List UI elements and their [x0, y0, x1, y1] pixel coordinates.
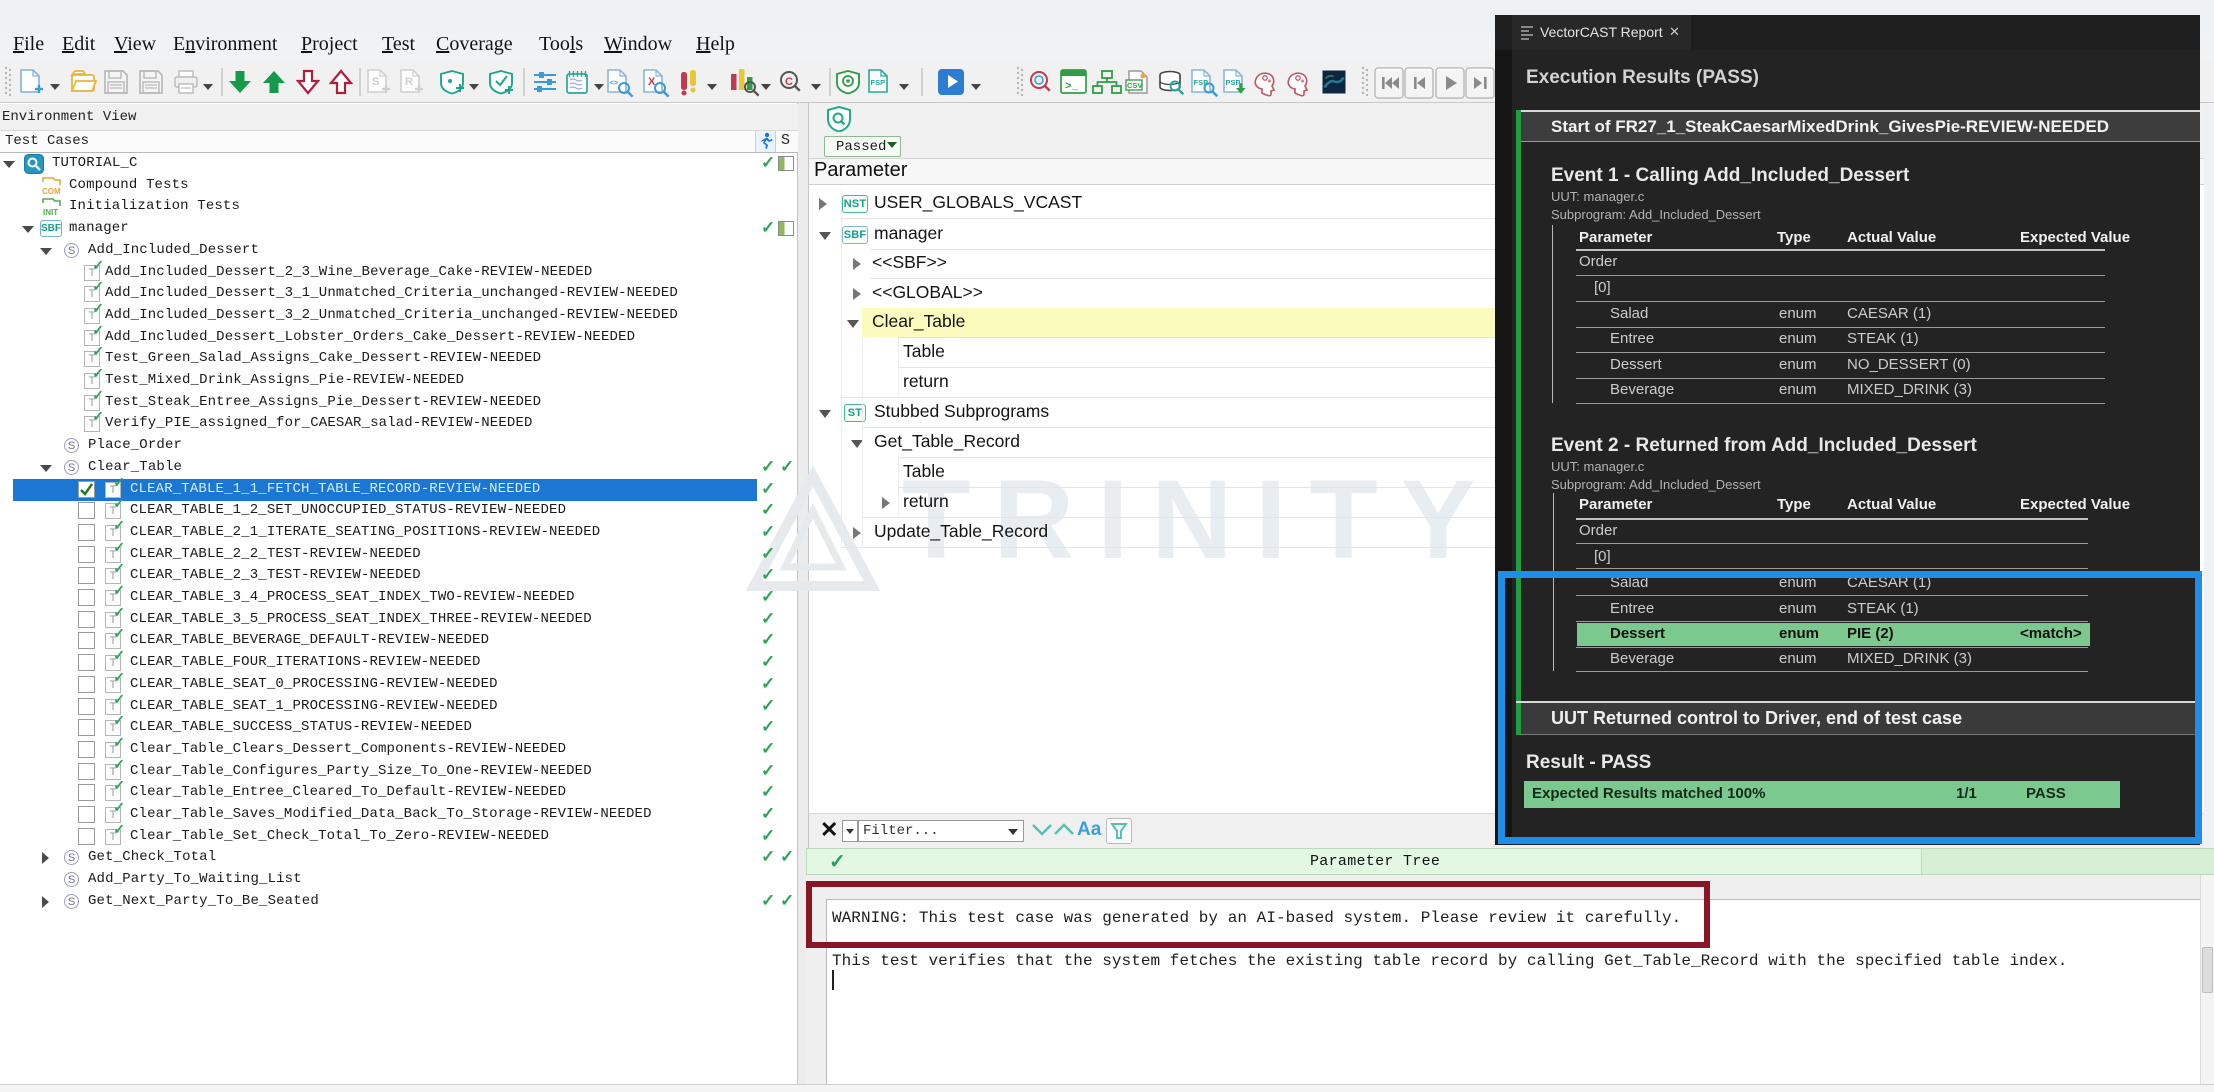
svg-text:CSV: CSV: [1127, 81, 1142, 90]
svg-text:INIT: INIT: [43, 208, 58, 217]
svg-text:COM: COM: [42, 187, 61, 196]
svg-text:PSP: PSP: [1226, 78, 1241, 87]
svg-text:FSP: FSP: [871, 78, 886, 87]
svg-text:R: R: [405, 76, 413, 88]
svg-text:C: C: [785, 76, 793, 88]
svg-text:<>: <>: [610, 78, 619, 87]
svg-text:S: S: [372, 76, 379, 88]
svg-text:>_: >_: [1065, 81, 1079, 93]
